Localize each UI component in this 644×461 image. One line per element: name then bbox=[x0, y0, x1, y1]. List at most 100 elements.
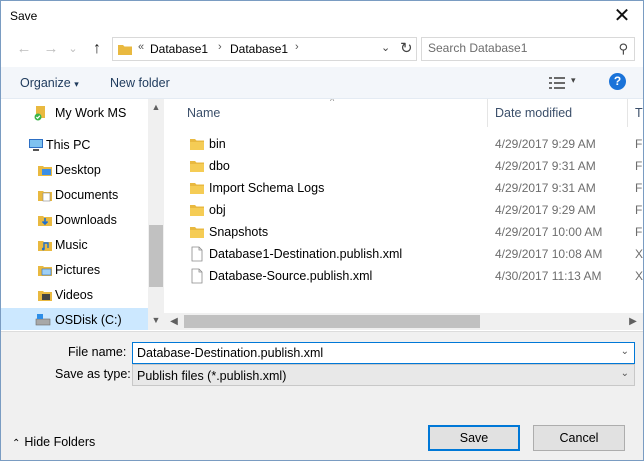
scroll-right-icon[interactable]: ▶ bbox=[625, 313, 641, 330]
breadcrumb-segment[interactable]: Database1 bbox=[150, 42, 208, 56]
folder-icon bbox=[190, 161, 204, 172]
sidebar-item-desktop[interactable]: Desktop bbox=[1, 158, 149, 182]
search-input[interactable] bbox=[428, 41, 608, 55]
pictures-folder-icon bbox=[38, 266, 52, 276]
computer-icon bbox=[29, 139, 43, 151]
organize-button[interactable]: Organize ▾ bbox=[20, 76, 79, 90]
file-name: bin bbox=[209, 137, 226, 151]
forward-arrow-icon[interactable]: → bbox=[41, 39, 61, 59]
view-options-button[interactable]: ▾ bbox=[549, 74, 579, 92]
back-arrow-icon[interactable]: ← bbox=[14, 39, 34, 59]
sidebar-item-osdisk[interactable]: OSDisk (C:) bbox=[1, 308, 149, 330]
file-type: X bbox=[635, 247, 643, 261]
sidebar-item-label: Desktop bbox=[55, 163, 101, 177]
file-type: F bbox=[635, 225, 643, 239]
address-bar[interactable]: « Database1 › Database1 › ⌄ ↻ bbox=[112, 37, 417, 61]
address-overflow-icon[interactable]: « bbox=[138, 41, 144, 53]
sidebar-scrollbar[interactable]: ▲ ▼ bbox=[148, 99, 164, 330]
folder-icon bbox=[190, 139, 204, 150]
savetype-label: Save as type: bbox=[55, 367, 131, 381]
save-button[interactable]: Save bbox=[428, 425, 520, 451]
recent-locations-dropdown-icon[interactable]: ⌄ bbox=[63, 39, 83, 59]
sidebar-item-label: Videos bbox=[55, 288, 93, 302]
sidebar-item-label: Downloads bbox=[55, 213, 117, 227]
new-folder-button[interactable]: New folder bbox=[110, 76, 170, 90]
file-date: 4/30/2017 11:13 AM bbox=[495, 269, 602, 283]
sidebar-item-label: My Work MS bbox=[55, 106, 127, 120]
command-bar: Organize ▾ New folder ▾ ? bbox=[1, 67, 643, 99]
chevron-down-icon[interactable]: ⌄ bbox=[621, 346, 629, 357]
column-header-type[interactable]: T bbox=[635, 106, 643, 120]
file-date: 4/29/2017 9:29 AM bbox=[495, 203, 596, 217]
file-date: 4/29/2017 9:29 AM bbox=[495, 137, 596, 151]
document-icon bbox=[191, 268, 203, 284]
music-folder-icon bbox=[38, 241, 52, 251]
file-row[interactable]: Snapshots 4/29/2017 10:00 AM F bbox=[164, 221, 643, 243]
file-type: F bbox=[635, 159, 643, 173]
sidebar-item-documents[interactable]: Documents bbox=[1, 183, 149, 207]
file-date: 4/29/2017 9:31 AM bbox=[495, 159, 596, 173]
close-icon[interactable]: ✕ bbox=[607, 4, 637, 30]
folder-icon bbox=[190, 183, 204, 194]
file-type: X bbox=[635, 269, 643, 283]
file-name: Database-Source.publish.xml bbox=[209, 269, 373, 283]
chevron-down-icon: ▾ bbox=[571, 75, 576, 85]
filename-field[interactable]: ⌄ bbox=[132, 342, 635, 364]
refresh-icon[interactable]: ↻ bbox=[400, 39, 413, 57]
scrollbar-thumb[interactable] bbox=[184, 315, 480, 328]
sidebar-item-videos[interactable]: Videos bbox=[1, 283, 149, 307]
file-row[interactable]: obj 4/29/2017 9:29 AM F bbox=[164, 199, 643, 221]
cancel-button[interactable]: Cancel bbox=[533, 425, 625, 451]
sidebar-item-downloads[interactable]: Downloads bbox=[1, 208, 149, 232]
onedrive-icon bbox=[34, 106, 45, 121]
savetype-select[interactable]: Publish files (*.publish.xml) ⌄ bbox=[132, 364, 635, 386]
file-row[interactable]: Database1-Destination.publish.xml 4/29/2… bbox=[164, 243, 643, 265]
hide-folders-button[interactable]: ⌃ Hide Folders bbox=[12, 435, 95, 449]
save-dialog: Save ✕ ← → ⌄ ↑ « Database1 › Database1 ›… bbox=[0, 0, 644, 461]
column-header-date[interactable]: Date modified bbox=[495, 106, 572, 120]
column-divider[interactable] bbox=[627, 99, 628, 127]
document-icon bbox=[191, 246, 203, 262]
scrollbar-thumb[interactable] bbox=[149, 225, 163, 287]
file-row[interactable]: Database-Source.publish.xml 4/30/2017 11… bbox=[164, 265, 643, 287]
chevron-down-icon[interactable]: ⌄ bbox=[381, 41, 390, 54]
filename-input[interactable] bbox=[137, 346, 607, 360]
file-name: obj bbox=[209, 203, 226, 217]
column-divider[interactable] bbox=[487, 99, 488, 127]
hide-folders-label: Hide Folders bbox=[24, 435, 96, 449]
savetype-value: Publish files (*.publish.xml) bbox=[137, 369, 287, 383]
chevron-down-icon[interactable]: ⌄ bbox=[621, 368, 629, 379]
search-icon[interactable]: ⚲ bbox=[618, 41, 628, 57]
chevron-down-icon: ▾ bbox=[74, 79, 79, 89]
sidebar-item-pictures[interactable]: Pictures bbox=[1, 258, 149, 282]
downloads-folder-icon bbox=[38, 216, 52, 226]
scroll-left-icon[interactable]: ◀ bbox=[166, 313, 182, 330]
chevron-up-icon: ⌃ bbox=[12, 438, 21, 449]
file-row[interactable]: dbo 4/29/2017 9:31 AM F bbox=[164, 155, 643, 177]
file-row[interactable]: bin 4/29/2017 9:29 AM F bbox=[164, 133, 643, 155]
sidebar-item-my-work-ms[interactable]: My Work MS bbox=[1, 101, 149, 125]
folder-icon bbox=[190, 205, 204, 216]
navigation-pane: My Work MS This PC Desktop Documents Dow… bbox=[1, 99, 164, 330]
scroll-up-icon[interactable]: ▲ bbox=[148, 99, 164, 115]
file-date: 4/29/2017 10:00 AM bbox=[495, 225, 603, 239]
scroll-down-icon[interactable]: ▼ bbox=[148, 312, 164, 328]
view-list-icon bbox=[549, 77, 565, 89]
search-box[interactable]: ⚲ bbox=[421, 37, 635, 61]
sidebar-item-music[interactable]: Music bbox=[1, 233, 149, 257]
sidebar-item-this-pc[interactable]: This PC bbox=[1, 133, 149, 157]
breadcrumb-segment[interactable]: Database1 bbox=[230, 42, 288, 56]
up-arrow-icon[interactable]: ↑ bbox=[87, 39, 107, 59]
file-name: Import Schema Logs bbox=[209, 181, 325, 195]
help-icon[interactable]: ? bbox=[609, 73, 626, 90]
file-row[interactable]: Import Schema Logs 4/29/2017 9:31 AM F bbox=[164, 177, 643, 199]
sort-ascending-icon: ^ bbox=[330, 99, 335, 106]
chevron-right-icon[interactable]: › bbox=[295, 41, 299, 53]
column-header-row: ^ Name Date modified T bbox=[164, 99, 643, 127]
sidebar-item-label: Documents bbox=[55, 188, 119, 202]
drive-icon bbox=[35, 314, 51, 326]
column-header-name[interactable]: Name bbox=[187, 106, 220, 120]
sidebar-item-label: Music bbox=[55, 238, 88, 252]
file-list-horizontal-scrollbar[interactable]: ◀ ▶ bbox=[164, 313, 643, 330]
chevron-right-icon[interactable]: › bbox=[218, 41, 222, 53]
